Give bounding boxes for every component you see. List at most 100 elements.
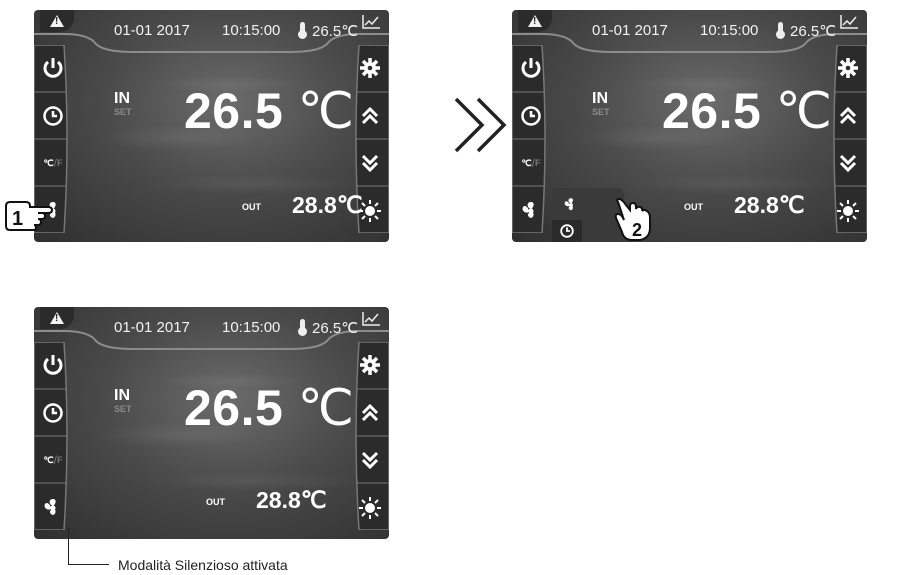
thermometer-icon	[298, 319, 307, 336]
alarm-icon	[50, 312, 64, 324]
power-icon	[43, 58, 63, 78]
small-fan-icon	[564, 198, 573, 211]
time-display: 10:15:00	[700, 22, 759, 39]
celsius-unit-label: ℃	[43, 454, 54, 465]
out-label: OUT	[684, 202, 703, 212]
celsius-unit-label: ℃	[43, 157, 54, 168]
out-temperature: 28.8℃	[292, 192, 363, 218]
set-temperature-unit: ℃	[297, 380, 355, 436]
thermometer-icon	[298, 22, 307, 39]
time-display: 10:15:00	[222, 22, 281, 39]
mode-button[interactable]	[833, 196, 863, 226]
right-button-column	[353, 342, 389, 530]
clock-icon	[43, 403, 63, 423]
unit-toggle-button[interactable]: ℃ / F	[516, 148, 546, 178]
graph-icon	[362, 312, 380, 326]
power-icon	[43, 355, 63, 375]
ambient-temp-display: 26.5℃	[790, 23, 837, 40]
clock-icon	[43, 106, 63, 126]
in-label: IN	[114, 90, 130, 107]
temp-down-button[interactable]	[355, 148, 385, 178]
status-bar: 01-01 2017 10:15:00 26.5℃	[512, 10, 867, 48]
set-label: SET	[114, 404, 132, 414]
step-2-number: 2	[632, 220, 642, 240]
temp-down-button[interactable]	[355, 445, 385, 475]
unit-toggle-button[interactable]: ℃ / F	[38, 148, 68, 178]
out-temperature: 28.8℃	[734, 192, 805, 218]
step-2-hand-callout: 2	[614, 198, 651, 241]
graph-button[interactable]	[835, 10, 863, 34]
mode-button[interactable]	[355, 493, 385, 523]
temp-up-button[interactable]	[833, 101, 863, 131]
status-bar: 01-01 2017 10:15:00 26.5℃	[34, 307, 389, 345]
out-label: OUT	[206, 497, 225, 507]
set-temperature: 26.5 ℃	[184, 82, 354, 140]
temp-up-button[interactable]	[355, 101, 385, 131]
unit-toggle-button[interactable]: ℃ / F	[38, 445, 68, 475]
set-temperature-unit: ℃	[297, 83, 355, 139]
up-arrow-icon	[361, 106, 379, 125]
screen-step-2: 01-01 2017 10:15:00 26.5℃	[512, 10, 867, 242]
date-display: 01-01 2017	[114, 319, 190, 336]
small-clock-icon	[560, 224, 574, 238]
ambient-temp-display: 26.5℃	[312, 23, 359, 40]
power-button[interactable]	[516, 53, 546, 83]
silent-fan-option[interactable]	[558, 194, 584, 216]
set-label: SET	[592, 107, 610, 117]
up-arrow-icon	[839, 106, 857, 125]
fahrenheit-unit-label: F	[56, 158, 63, 168]
silent-fan-icon	[44, 499, 56, 515]
power-icon	[521, 58, 541, 78]
time-display: 10:15:00	[222, 319, 281, 336]
temp-down-button[interactable]	[833, 148, 863, 178]
silent-mode-caption: Modalità Silenzioso attivata	[118, 557, 288, 573]
date-display: 01-01 2017	[592, 22, 668, 39]
graph-button[interactable]	[357, 307, 385, 331]
fan-button[interactable]	[516, 196, 546, 226]
left-button-column: ℃ / F	[34, 342, 70, 530]
set-temperature-value: 26.5	[662, 83, 762, 139]
set-temperature: 26.5 ℃	[184, 379, 354, 437]
power-button[interactable]	[38, 350, 68, 380]
caption-leader-line	[68, 528, 109, 565]
settings-gear-icon	[360, 58, 380, 78]
in-label: IN	[114, 387, 130, 404]
alarm-button[interactable]	[518, 10, 552, 32]
down-arrow-icon	[361, 451, 379, 470]
screen-step-1: 01-01 2017 10:15:00 26.5℃	[34, 10, 389, 242]
ambient-temp-display: 26.5℃	[312, 320, 359, 337]
settings-button[interactable]	[355, 53, 385, 83]
left-button-column: ℃ / F	[512, 45, 548, 233]
clock-icon	[521, 106, 541, 126]
silent-timer-option[interactable]	[552, 220, 582, 242]
thermometer-icon	[776, 22, 785, 39]
sun-icon	[837, 200, 859, 222]
fan-icon	[522, 202, 534, 218]
up-arrow-icon	[361, 403, 379, 422]
status-bar: 01-01 2017 10:15:00 26.5℃	[34, 10, 389, 48]
celsius-unit-label: ℃	[521, 157, 532, 168]
silent-mode-indicator-button[interactable]	[38, 493, 68, 523]
screen-step-3: 01-01 2017 10:15:00 26.5℃	[34, 307, 389, 539]
alarm-button[interactable]	[40, 307, 74, 329]
graph-icon	[362, 15, 380, 29]
settings-button[interactable]	[833, 53, 863, 83]
timer-button[interactable]	[38, 101, 68, 131]
graph-button[interactable]	[357, 10, 385, 34]
alarm-icon	[528, 15, 542, 27]
right-button-column	[831, 45, 867, 233]
set-label: SET	[114, 107, 132, 117]
out-label: OUT	[242, 202, 261, 212]
timer-button[interactable]	[516, 101, 546, 131]
alarm-button[interactable]	[40, 10, 74, 32]
out-temperature: 28.8℃	[256, 487, 327, 513]
set-temperature-unit: ℃	[775, 83, 833, 139]
timer-button[interactable]	[38, 398, 68, 428]
settings-button[interactable]	[355, 350, 385, 380]
power-button[interactable]	[38, 53, 68, 83]
temp-up-button[interactable]	[355, 398, 385, 428]
alarm-icon	[50, 15, 64, 27]
date-display: 01-01 2017	[114, 22, 190, 39]
in-label: IN	[592, 90, 608, 107]
step-1-number: 1	[12, 208, 23, 230]
